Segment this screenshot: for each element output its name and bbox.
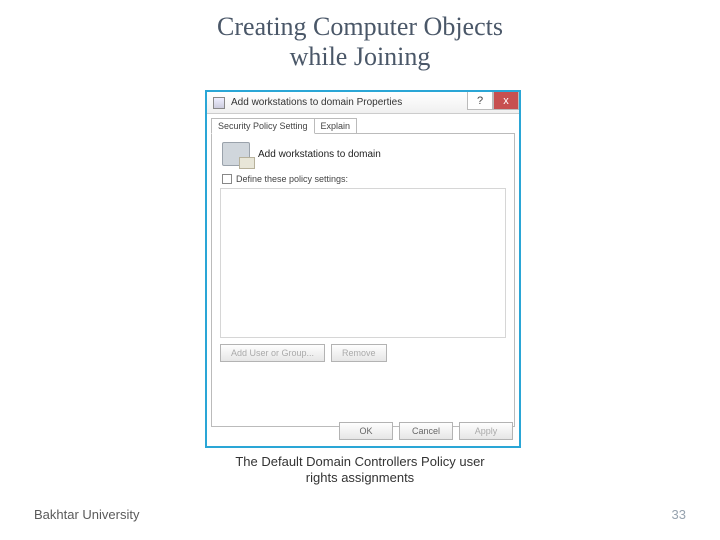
slide-title: Creating Computer Objects while Joining bbox=[0, 12, 720, 72]
tab-security-policy-setting[interactable]: Security Policy Setting bbox=[211, 118, 315, 134]
ok-button[interactable]: OK bbox=[339, 422, 393, 440]
title-line-1: Creating Computer Objects bbox=[217, 12, 503, 41]
close-button[interactable]: x bbox=[493, 92, 519, 110]
dialog-action-buttons: OK Cancel Apply bbox=[339, 422, 513, 440]
dialog-titlebar: Add workstations to domain Properties ? … bbox=[207, 92, 519, 114]
policy-header-row: Add workstations to domain bbox=[222, 142, 508, 166]
tab-strip: Security Policy Setting Explain bbox=[211, 118, 515, 134]
users-groups-listbox[interactable] bbox=[220, 188, 506, 338]
policy-name-label: Add workstations to domain bbox=[258, 149, 381, 160]
list-buttons-row: Add User or Group... Remove bbox=[220, 344, 506, 362]
caption-line-1: The Default Domain Controllers Policy us… bbox=[235, 454, 484, 469]
slide: Creating Computer Objects while Joining … bbox=[0, 0, 720, 540]
dialog-icon bbox=[213, 97, 225, 109]
define-policy-row: Define these policy settings: bbox=[222, 174, 508, 184]
define-policy-checkbox[interactable] bbox=[222, 174, 232, 184]
remove-button[interactable]: Remove bbox=[331, 344, 387, 362]
title-line-2: while Joining bbox=[290, 42, 431, 71]
help-button[interactable]: ? bbox=[467, 92, 493, 110]
footer-page-number: 33 bbox=[672, 507, 686, 522]
caption-line-2: rights assignments bbox=[306, 470, 414, 485]
properties-dialog: Add workstations to domain Properties ? … bbox=[205, 90, 521, 448]
add-user-or-group-button[interactable]: Add User or Group... bbox=[220, 344, 325, 362]
apply-button[interactable]: Apply bbox=[459, 422, 513, 440]
define-policy-label: Define these policy settings: bbox=[236, 174, 348, 184]
tab-explain[interactable]: Explain bbox=[314, 118, 358, 134]
figure-caption: The Default Domain Controllers Policy us… bbox=[0, 454, 720, 487]
policy-icon bbox=[222, 142, 250, 166]
dialog-title: Add workstations to domain Properties bbox=[231, 97, 402, 108]
tab-panel: Add workstations to domain Define these … bbox=[211, 133, 515, 427]
cancel-button[interactable]: Cancel bbox=[399, 422, 453, 440]
footer-institution: Bakhtar University bbox=[34, 507, 139, 522]
